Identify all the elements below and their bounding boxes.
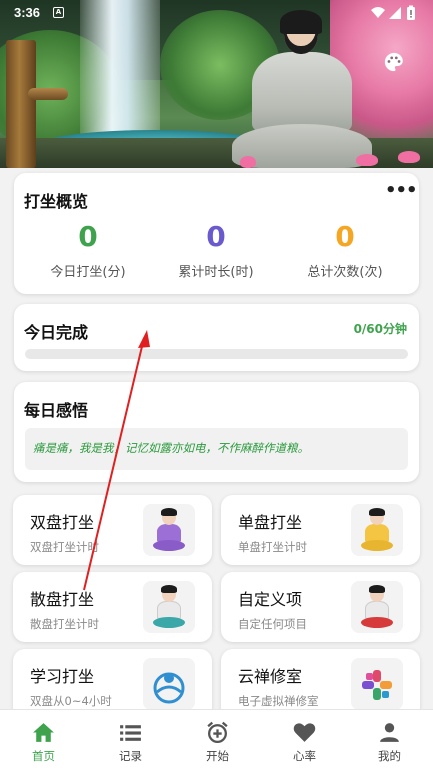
tile-title: 单盘打坐 — [238, 513, 303, 532]
daily-insight-card: 每日感悟 痛是痛，我是我，记忆如露亦如电，不作麻醉作道粮。 — [14, 382, 419, 482]
bamboo-spout — [6, 40, 36, 168]
today-progress-text: 0/60分钟 — [353, 322, 407, 336]
stat-count-label: 总计次数(次) — [307, 265, 383, 280]
single-lotus-figure-icon — [351, 504, 403, 556]
status-time: 3:36 — [14, 5, 41, 20]
stat-total-hours: 0 累计时长(时) — [151, 219, 281, 280]
tile-double-lotus[interactable]: 双盘打坐 双盘打坐计时 — [13, 495, 212, 565]
nav-heart-rate[interactable]: 心率 — [261, 710, 348, 771]
insight-title: 每日感悟 — [24, 401, 89, 420]
nav-label: 记录 — [119, 749, 142, 763]
tile-subtitle: 自定任何项目 — [238, 617, 307, 631]
stat-hours-label: 累计时长(时) — [178, 265, 254, 280]
status-icons — [371, 5, 415, 20]
tile-subtitle: 电子虚拟禅修室 — [238, 694, 319, 708]
list-icon — [120, 725, 141, 741]
more-icon[interactable]: ••• — [385, 182, 418, 201]
battery-icon — [407, 5, 415, 20]
stat-count-value: 0 — [335, 220, 355, 253]
tile-single-lotus[interactable]: 单盘打坐 单盘打坐计时 — [221, 495, 420, 565]
tile-title: 自定义项 — [238, 590, 303, 609]
nav-start[interactable]: 开始 — [174, 710, 261, 771]
stat-today-value: 0 — [78, 220, 98, 253]
nav-label: 首页 — [32, 749, 55, 763]
insight-quote: 痛是痛，我是我，记忆如露亦如电，不作麻醉作道粮。 — [25, 428, 408, 470]
stat-today-minutes: 0 今日打坐(分) — [23, 219, 153, 280]
loose-sit-figure-icon — [143, 581, 195, 633]
tile-subtitle: 双盘打坐计时 — [30, 540, 99, 554]
tile-title: 云禅修室 — [238, 667, 303, 686]
overview-card: 打坐概览 ••• 0 今日打坐(分) 0 累计时长(时) 0 总计次数(次) — [14, 173, 419, 294]
alarm-add-icon — [207, 721, 228, 744]
a-notification-icon: A — [53, 7, 64, 18]
stat-hours-value: 0 — [206, 220, 226, 253]
tile-subtitle: 双盘从0~4小时 — [30, 694, 112, 708]
nav-label: 心率 — [293, 749, 316, 763]
status-bar: 3:36 A — [0, 0, 433, 26]
tile-custom[interactable]: 自定义项 自定任何项目 — [221, 572, 420, 642]
signal-icon — [389, 7, 401, 19]
tile-title: 双盘打坐 — [30, 513, 95, 532]
heart-icon — [293, 723, 316, 742]
tile-subtitle: 单盘打坐计时 — [238, 540, 307, 554]
stat-total-count: 0 总计次数(次) — [280, 219, 410, 280]
bottom-navigation: 首页 记录 开始 心率 我的 — [0, 709, 433, 771]
person-icon — [380, 723, 399, 742]
nav-home[interactable]: 首页 — [0, 710, 87, 771]
stat-today-label: 今日打坐(分) — [50, 265, 126, 280]
overview-title: 打坐概览 — [24, 192, 89, 211]
home-icon — [33, 723, 54, 742]
double-lotus-figure-icon — [143, 504, 195, 556]
today-progress-card: 今日完成 0/60分钟 — [14, 304, 419, 371]
tile-title: 学习打坐 — [30, 667, 95, 686]
nav-label: 我的 — [378, 749, 401, 763]
tile-subtitle: 散盘打坐计时 — [30, 617, 99, 631]
tile-title: 散盘打坐 — [30, 590, 95, 609]
learn-logo-icon — [143, 658, 195, 710]
meditating-monk — [232, 8, 372, 168]
tile-loose-sit[interactable]: 散盘打坐 散盘打坐计时 — [13, 572, 212, 642]
today-progress-bar — [25, 349, 408, 359]
nav-profile[interactable]: 我的 — [346, 710, 433, 771]
nav-records[interactable]: 记录 — [87, 710, 174, 771]
custom-figure-icon — [351, 581, 403, 633]
wifi-icon — [371, 7, 385, 18]
today-title: 今日完成 — [24, 323, 89, 342]
palette-icon[interactable] — [383, 51, 405, 73]
nav-label: 开始 — [206, 749, 229, 763]
cloud-zen-logo-icon — [351, 658, 403, 710]
